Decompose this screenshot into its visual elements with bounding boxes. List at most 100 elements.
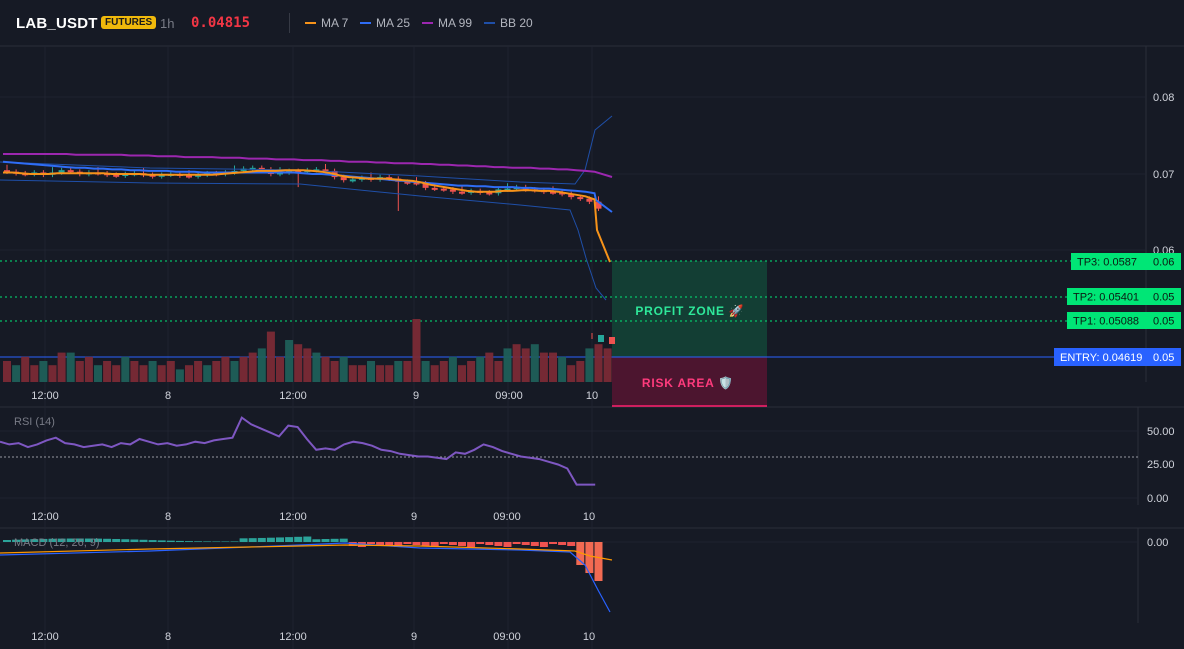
rsi-tick: 50.00 [1147, 426, 1175, 438]
volume-bar [266, 331, 275, 382]
volume-bar [257, 348, 266, 382]
volume-bar [594, 344, 603, 382]
volume-bar [84, 356, 93, 382]
macd-bar [303, 536, 312, 542]
volume-bar [57, 352, 66, 382]
volume-bar [276, 356, 284, 382]
volume-bar [166, 361, 175, 382]
volume-bar [448, 356, 457, 382]
macd-bar [312, 539, 321, 542]
rsi-label[interactable]: RSI (14) [14, 416, 55, 428]
macd-bar [530, 542, 539, 546]
time-tick: 12:00 [279, 511, 307, 523]
macd-bar [212, 541, 221, 542]
time-tick: 09:00 [493, 511, 521, 523]
macd-bar [403, 542, 412, 544]
macd-label[interactable]: MACD (12, 26, 9) [14, 537, 100, 549]
tp3-tag-label: TP3: 0.0587 [1077, 257, 1137, 269]
time-tick: 9 [411, 631, 417, 643]
candle-body [598, 335, 604, 342]
volume-bar [412, 319, 421, 382]
macd-bar [294, 536, 303, 542]
macd-bar [512, 542, 521, 544]
time-tick: 8 [165, 511, 171, 523]
macd-bar [148, 540, 157, 542]
candle-body [113, 174, 120, 177]
macd-bar [121, 539, 130, 542]
volume-bar [294, 344, 303, 382]
macd-bar [276, 537, 284, 542]
macd-bar [112, 538, 121, 542]
macd-bar [485, 542, 494, 545]
volume-bar [12, 365, 21, 382]
macd-bar [412, 542, 421, 545]
time-tick: 12:00 [279, 631, 307, 643]
macd-bar [166, 540, 175, 542]
macd-bar [549, 542, 557, 544]
time-tick: 09:00 [495, 390, 523, 402]
volume-bar [330, 361, 339, 382]
time-tick: 8 [165, 390, 171, 402]
time-tick: 9 [411, 511, 417, 523]
candle-body [577, 197, 584, 200]
volume-bar [30, 365, 39, 382]
time-tick: 10 [583, 511, 595, 523]
macd-bar [203, 541, 212, 542]
volume-bar [303, 348, 312, 382]
macd-bar [494, 542, 503, 546]
candle-body [431, 187, 438, 190]
volume-bar [421, 361, 430, 382]
rsi-line [0, 416, 596, 486]
volume-bar [367, 361, 375, 382]
macd-bar [285, 537, 294, 542]
time-tick: 12:00 [31, 631, 59, 643]
candle-body [459, 191, 465, 194]
macd-line [0, 542, 611, 613]
candle-body [186, 175, 192, 178]
volume-bar [175, 369, 184, 382]
volume-bar [94, 365, 102, 382]
volume-bar [239, 356, 248, 382]
volume-bar [576, 361, 585, 382]
volume-bar [21, 356, 30, 382]
rsi-tick: 25.00 [1147, 459, 1175, 471]
volume-bar [194, 361, 203, 382]
risk-zone-label: RISK AREA 🛡️ [642, 376, 734, 390]
volume-bar [503, 348, 512, 382]
volume-bar [66, 352, 75, 382]
candle-body [58, 170, 65, 173]
volume-bar [39, 361, 48, 382]
volume-bar [439, 361, 448, 382]
volume-bar [230, 361, 239, 382]
volume-bar [157, 365, 166, 382]
macd-bar [503, 542, 512, 547]
volume-bar [521, 348, 530, 382]
macd-bar [139, 539, 148, 542]
volume-bar [494, 361, 503, 382]
profit-zone-label: PROFIT ZONE 🚀 [635, 304, 744, 318]
volume-bar [467, 361, 476, 382]
chart-canvas[interactable]: PROFIT ZONE 🚀 RISK AREA 🛡️ 0.08 0.07 0.0… [0, 0, 1184, 649]
entry-tag-label: ENTRY: 0.04619 [1060, 352, 1142, 364]
price-tick: 0.08 [1153, 92, 1174, 104]
macd-bar [539, 542, 548, 547]
macd-bar [439, 542, 448, 544]
candle-body [609, 337, 615, 344]
volume-bar [221, 356, 230, 382]
volume-bar [385, 365, 394, 382]
volume-bar [312, 352, 321, 382]
time-tick: 10 [586, 390, 598, 402]
volume-bar [585, 348, 594, 382]
volume-bar [285, 340, 294, 382]
volume-bar [476, 356, 485, 382]
volume-bar [321, 356, 330, 382]
volume-bar [203, 365, 212, 382]
rsi-tick: 0.00 [1147, 493, 1168, 505]
tp1-tag-label: TP1: 0.05088 [1073, 316, 1139, 328]
volume-bar [539, 352, 548, 382]
volume-bar [603, 348, 612, 382]
ma7-line [3, 169, 611, 263]
volume-bar [530, 344, 539, 382]
macd-time-axis: 12:00 8 12:00 9 09:00 10 [31, 631, 595, 643]
time-tick: 12:00 [31, 390, 59, 402]
